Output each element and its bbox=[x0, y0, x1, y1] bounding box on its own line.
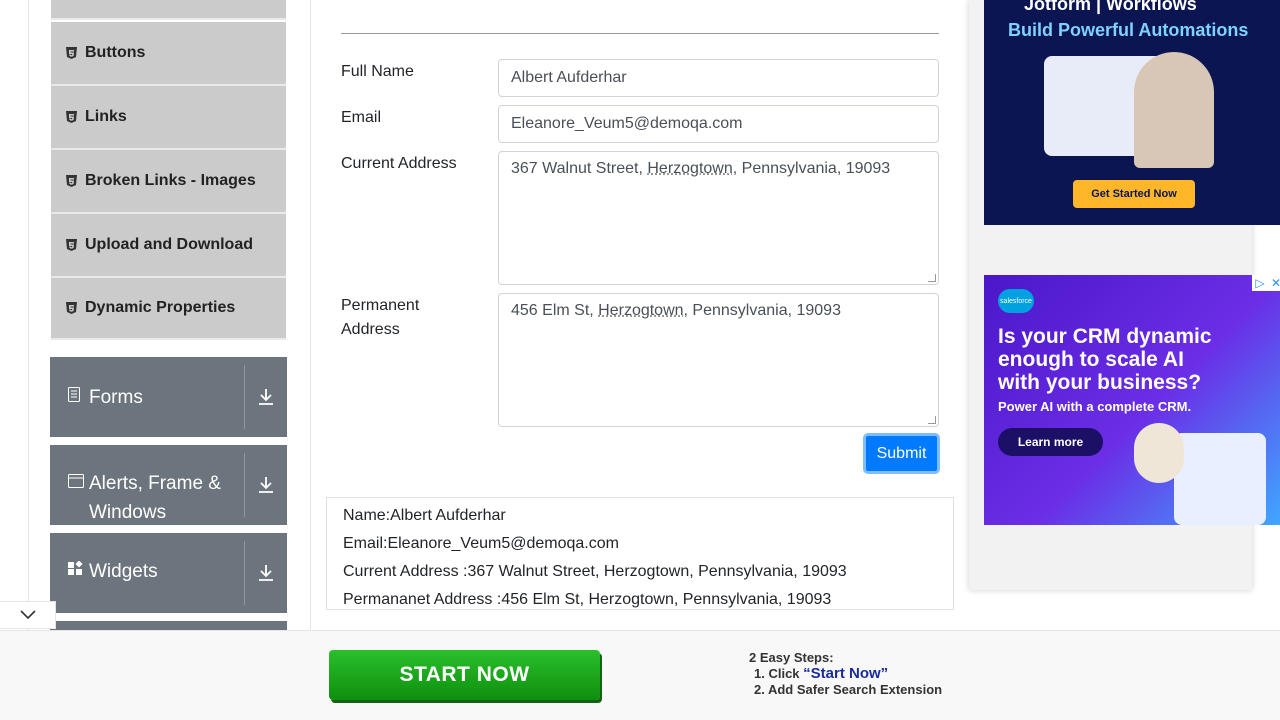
permanent-address-label: Permanent Address bbox=[341, 297, 420, 338]
steps-title: 2 Easy Steps: bbox=[749, 650, 834, 665]
sidebar-item-upload-download[interactable]: Upload and Download bbox=[51, 214, 286, 278]
current-address-text: 367 Walnut Street, Herzogtown, Pennsylva… bbox=[511, 160, 891, 177]
full-name-input[interactable]: Albert Aufderhar bbox=[498, 59, 939, 97]
content-divider bbox=[310, 0, 311, 630]
sidebar-item-label: Dynamic Properties bbox=[85, 299, 236, 316]
resize-handle[interactable] bbox=[928, 274, 936, 282]
email-label: Email bbox=[341, 109, 382, 126]
widgets-icon bbox=[68, 560, 83, 576]
current-address-textarea[interactable]: 367 Walnut Street, Herzogtown, Pennsylva… bbox=[498, 151, 939, 285]
window-icon bbox=[68, 472, 84, 488]
document-icon bbox=[68, 386, 82, 402]
step-2: 2. Add Safer Search Extension bbox=[754, 682, 943, 697]
email-value: Eleanore_Veum5@demoqa.com bbox=[511, 115, 743, 132]
output-current-address: Current Address :367 Walnut Street, Herz… bbox=[343, 563, 847, 580]
sidebar-item-dynamic-properties[interactable]: Dynamic Properties bbox=[51, 278, 286, 340]
output-name: Name:Albert Aufderhar bbox=[343, 507, 506, 524]
html5-icon bbox=[65, 111, 77, 123]
sidebar-item-partial[interactable] bbox=[51, 0, 286, 20]
html5-icon bbox=[65, 239, 77, 251]
permanent-address-text: 456 Elm St, Herzogtown, Pennsylvania, 19… bbox=[511, 302, 841, 319]
sidebar-item-label: Upload and Download bbox=[85, 236, 253, 253]
ad-headline: Is your CRM dynamic enough to scale AI wit… bbox=[998, 325, 1212, 394]
sidebar-item-links[interactable]: Links bbox=[51, 86, 286, 150]
ad-title: Jotform | Workflows bbox=[1024, 0, 1197, 14]
form-top-rule bbox=[341, 33, 939, 34]
ad-subtext: Power AI with a complete CRM. bbox=[998, 399, 1192, 414]
html5-icon bbox=[65, 302, 77, 314]
sidebar-item-label: Buttons bbox=[85, 44, 146, 61]
permanent-address-textarea[interactable]: 456 Elm St, Herzogtown, Pennsylvania, 19… bbox=[498, 293, 939, 427]
chevron-down-icon[interactable] bbox=[0, 601, 56, 629]
sidebar-group-alerts-frame-windows[interactable]: Alerts, Frame & Windows bbox=[50, 445, 287, 525]
ad-mascot bbox=[1134, 423, 1184, 483]
start-now-button[interactable]: START NOW bbox=[329, 650, 600, 700]
ad-subtitle: Build Powerful Automations bbox=[1008, 20, 1249, 40]
ad-chat-panel bbox=[1174, 433, 1266, 525]
ad-cta-button[interactable]: Get Started Now bbox=[1073, 180, 1195, 208]
left-divider bbox=[28, 0, 29, 630]
group-label: Widgets bbox=[89, 561, 158, 582]
html5-icon bbox=[65, 175, 77, 187]
sidebar-group-widgets[interactable]: Widgets bbox=[50, 533, 287, 613]
output-email: Email:Eleanore_Veum5@demoqa.com bbox=[343, 535, 619, 552]
steps-text: 2 Easy Steps: 1. Click “Start Now” 2. Ad… bbox=[749, 650, 942, 698]
group-label: Forms bbox=[89, 387, 143, 408]
download-arrow-icon[interactable] bbox=[245, 533, 287, 613]
download-arrow-icon[interactable] bbox=[245, 445, 287, 525]
close-icon[interactable]: ✕ bbox=[1268, 275, 1280, 291]
step-1: 1. Click “Start Now” bbox=[754, 665, 889, 682]
jotform-ad[interactable]: Jotform | Workflows Build Powerful Autom… bbox=[984, 0, 1280, 225]
current-address-label: Current Address bbox=[341, 155, 457, 172]
sidebar-item-label: Broken Links - Images bbox=[85, 172, 256, 189]
html5-icon bbox=[65, 47, 77, 59]
download-arrow-icon[interactable] bbox=[245, 357, 287, 437]
sidebar-item-label: Links bbox=[85, 108, 127, 125]
email-input[interactable]: Eleanore_Veum5@demoqa.com bbox=[498, 105, 939, 143]
page: Buttons Links Broken Links - Images Uplo… bbox=[0, 0, 1280, 720]
adchoices-icon[interactable]: ▷ bbox=[1252, 275, 1268, 291]
ad-learn-more-button[interactable]: Learn more bbox=[998, 428, 1103, 456]
output-panel: Name:Albert Aufderhar Email:Eleanore_Veu… bbox=[326, 497, 954, 610]
full-name-value: Albert Aufderhar bbox=[511, 69, 627, 86]
full-name-label: Full Name bbox=[341, 63, 414, 80]
sidebar-item-broken-links[interactable]: Broken Links - Images bbox=[51, 150, 286, 214]
group-label: Alerts, Frame & Windows bbox=[89, 473, 221, 523]
resize-handle[interactable] bbox=[928, 416, 936, 424]
salesforce-ad[interactable]: salesforce Is your CRM dynamic enough to … bbox=[984, 275, 1280, 525]
output-permanent-address: Permananet Address :456 Elm St, Herzogto… bbox=[343, 591, 832, 608]
submit-button[interactable]: Submit bbox=[863, 433, 940, 474]
sidebar-group-forms[interactable]: Forms bbox=[50, 357, 287, 437]
salesforce-logo: salesforce bbox=[998, 289, 1034, 313]
bottom-ad-bar bbox=[0, 630, 1280, 720]
sidebar-item-buttons[interactable]: Buttons bbox=[51, 22, 286, 86]
ad-person-image bbox=[1134, 52, 1214, 168]
